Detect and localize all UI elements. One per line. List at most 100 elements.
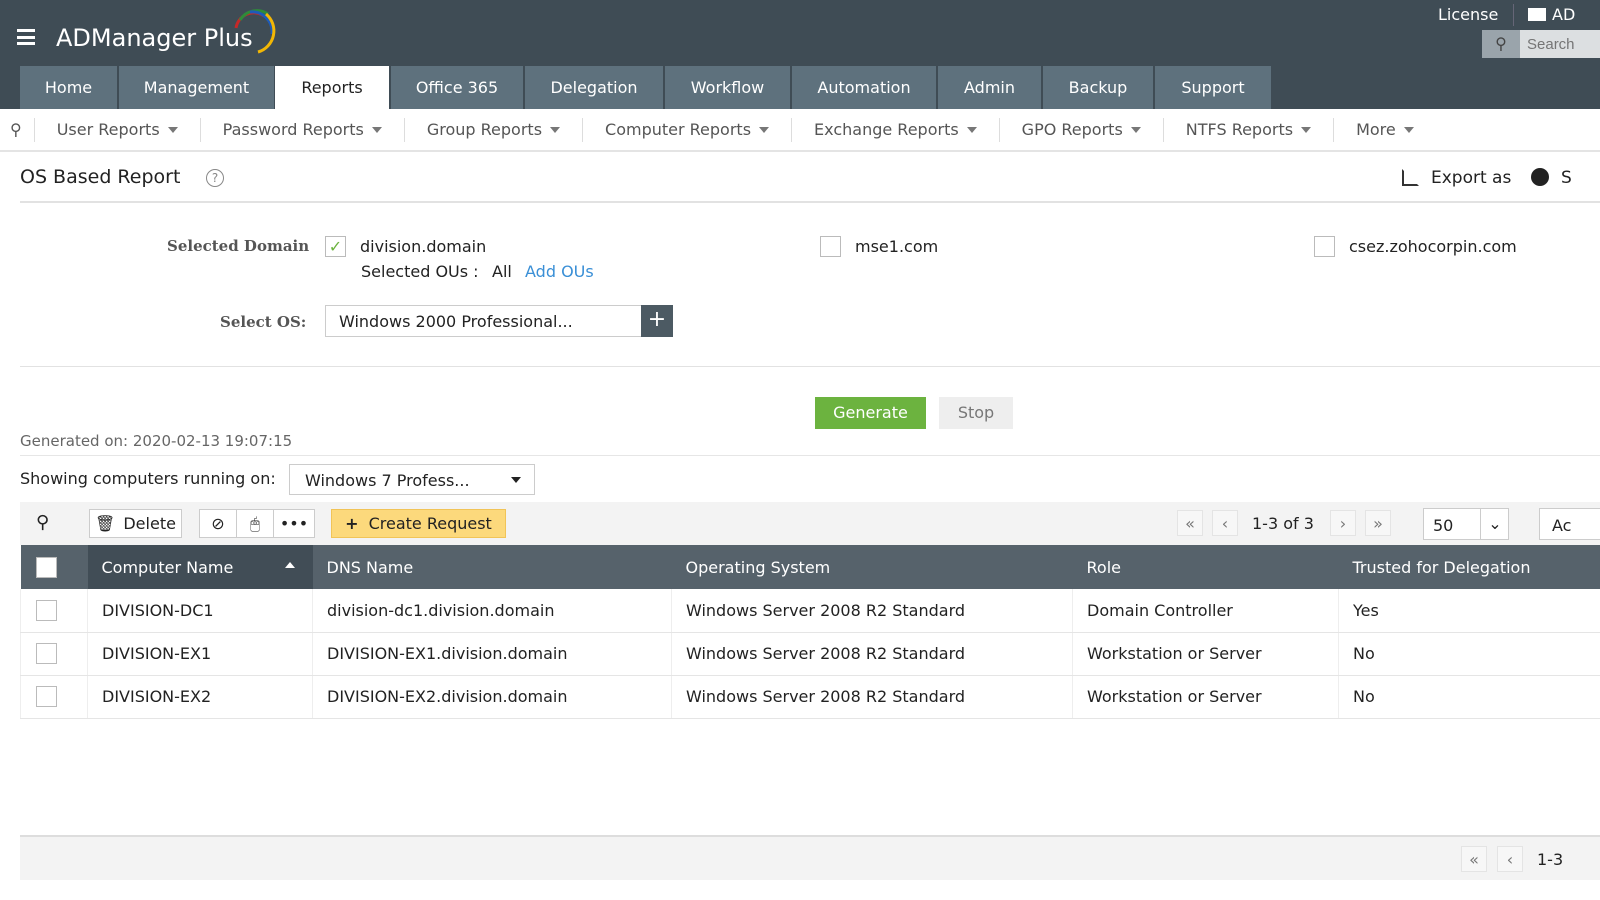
subnav-exchange-reports[interactable]: Exchange Reports xyxy=(791,117,999,142)
tab-delegation[interactable]: Delegation xyxy=(525,66,663,109)
domain-checkbox-division[interactable]: ✓ xyxy=(325,236,346,257)
tab-label: Management xyxy=(143,78,250,97)
ad-label[interactable]: AD xyxy=(1552,5,1575,24)
search-type-button[interactable]: ⚲ xyxy=(1482,30,1520,58)
tab-automation[interactable]: Automation xyxy=(792,66,936,109)
more-actions-button[interactable]: ••• xyxy=(273,509,315,538)
row-checkbox[interactable] xyxy=(36,599,57,621)
sort-asc-icon xyxy=(284,562,295,568)
subnav-group-reports[interactable]: Group Reports xyxy=(403,117,582,142)
footer-page-info: 1-3 xyxy=(1537,850,1564,869)
tab-label: Office 365 xyxy=(415,78,499,97)
schedule-alarm-icon[interactable] xyxy=(1531,168,1549,186)
prev-page-button[interactable]: ‹ xyxy=(1212,510,1238,536)
subnav-gpo-reports[interactable]: GPO Reports xyxy=(998,117,1163,142)
table-row[interactable]: DIVISION-EX2 DIVISION-EX2.division.domain… xyxy=(20,675,1600,719)
tab-reports[interactable]: Reports xyxy=(275,66,389,109)
domain-checkbox-mse1[interactable] xyxy=(820,236,841,257)
subnav-password-reports[interactable]: Password Reports xyxy=(199,117,404,142)
export-icon[interactable] xyxy=(1402,169,1419,186)
computer-icon: 🖱 xyxy=(250,513,260,533)
export-as-button[interactable]: Export as xyxy=(1431,168,1511,188)
menu-icon[interactable] xyxy=(17,29,35,45)
divider xyxy=(1513,4,1514,26)
page-info: 1-3 of 3 xyxy=(1252,514,1314,533)
search-reports-icon[interactable]: ⚲ xyxy=(0,120,34,139)
col-trusted-delegation[interactable]: Trusted for Delegation xyxy=(1338,545,1600,589)
footer-first-page-button[interactable]: « xyxy=(1461,846,1487,872)
col-role[interactable]: Role xyxy=(1072,545,1339,589)
domain-name: mse1.com xyxy=(855,237,939,256)
filter-search-icon[interactable]: ⚲ xyxy=(36,512,49,533)
global-search-input[interactable] xyxy=(1520,30,1600,58)
table-row[interactable]: DIVISION-EX1 DIVISION-EX1.division.domain… xyxy=(20,632,1600,676)
first-page-button[interactable]: « xyxy=(1177,510,1203,536)
row-checkbox[interactable] xyxy=(36,686,57,707)
license-link[interactable]: License xyxy=(1438,5,1498,24)
page-size-select[interactable]: 50 ⌄ xyxy=(1423,508,1509,540)
chevron-down-icon xyxy=(511,477,521,483)
tab-backup[interactable]: Backup xyxy=(1043,66,1153,109)
move-computer-button[interactable]: 🖱 xyxy=(236,509,274,538)
domain-name: csez.zohocorpin.com xyxy=(1349,237,1517,256)
chevron-down-icon: ⌄ xyxy=(1480,509,1509,539)
row-checkbox[interactable] xyxy=(36,643,57,664)
subnav-more[interactable]: More xyxy=(1333,117,1436,142)
subnav-user-reports[interactable]: User Reports xyxy=(33,117,200,142)
select-all-checkbox[interactable] xyxy=(35,556,57,578)
disable-button[interactable]: ⊘ xyxy=(199,509,237,538)
generated-on: Generated on: 2020-02-13 19:07:15 xyxy=(20,432,293,450)
add-os-button[interactable]: + xyxy=(641,305,673,337)
domain-name: division.domain xyxy=(360,237,487,256)
footer-prev-page-button[interactable]: ‹ xyxy=(1497,846,1523,872)
app-logo: ADManager Plus xyxy=(56,24,253,52)
tab-label: Home xyxy=(44,78,93,97)
domain-checkbox-csez[interactable] xyxy=(1314,236,1335,257)
logo-arcs-icon xyxy=(234,9,276,54)
schedule-button[interactable]: S xyxy=(1561,168,1572,188)
os-select-field[interactable]: Windows 2000 Professional... xyxy=(325,305,642,337)
ous-value: All xyxy=(492,262,512,281)
table-row[interactable]: DIVISION-DC1 division-dc1.division.domain… xyxy=(20,589,1600,633)
tab-label: Admin xyxy=(964,78,1015,97)
subnav-computer-reports[interactable]: Computer Reports xyxy=(582,117,791,142)
delete-button[interactable]: 🗑 Delete xyxy=(89,509,182,538)
tab-support[interactable]: Support xyxy=(1155,66,1271,109)
tab-label: Workflow xyxy=(690,78,765,97)
tab-management[interactable]: Management xyxy=(119,66,274,109)
tab-home[interactable]: Home xyxy=(20,66,117,109)
disable-icon: ⊘ xyxy=(211,514,225,533)
create-request-button[interactable]: + Create Request xyxy=(331,509,506,538)
stop-button[interactable]: Stop xyxy=(939,397,1013,429)
help-icon[interactable]: ? xyxy=(206,169,224,187)
add-ous-link[interactable]: Add OUs xyxy=(525,262,594,281)
select-all-cell xyxy=(20,545,88,589)
col-computer-name[interactable]: Computer Name xyxy=(87,545,313,589)
plus-icon: + xyxy=(345,514,359,533)
divider xyxy=(20,455,1600,456)
last-page-button[interactable]: » xyxy=(1365,510,1391,536)
col-dns-name[interactable]: DNS Name xyxy=(312,545,672,589)
folder-icon[interactable] xyxy=(1528,8,1546,21)
domain-label: Selected Domain xyxy=(167,237,310,255)
os-filter-dropdown[interactable]: Windows 7 Profess... xyxy=(289,464,535,495)
divider xyxy=(20,201,1600,203)
table-header-row: Computer Name DNS Name Operating System … xyxy=(20,545,1600,589)
next-page-button[interactable]: › xyxy=(1330,510,1356,536)
computers-table: Computer Name DNS Name Operating System … xyxy=(20,545,1600,719)
tab-label: Automation xyxy=(817,78,911,97)
ellipsis-icon: ••• xyxy=(279,514,309,533)
tab-label: Support xyxy=(1181,78,1245,97)
tab-office365[interactable]: Office 365 xyxy=(391,66,523,109)
subnav-ntfs-reports[interactable]: NTFS Reports xyxy=(1162,117,1333,142)
showing-label: Showing computers running on: xyxy=(20,469,276,488)
add-columns-button[interactable]: Ac xyxy=(1539,508,1600,540)
page-title: OS Based Report xyxy=(20,166,181,188)
os-label: Select OS: xyxy=(220,313,307,331)
tab-workflow[interactable]: Workflow xyxy=(665,66,790,109)
col-operating-system[interactable]: Operating System xyxy=(671,545,1073,589)
trash-icon: 🗑 xyxy=(95,514,116,533)
generate-button[interactable]: Generate xyxy=(815,397,926,429)
tab-admin[interactable]: Admin xyxy=(938,66,1041,109)
divider xyxy=(20,366,1600,367)
